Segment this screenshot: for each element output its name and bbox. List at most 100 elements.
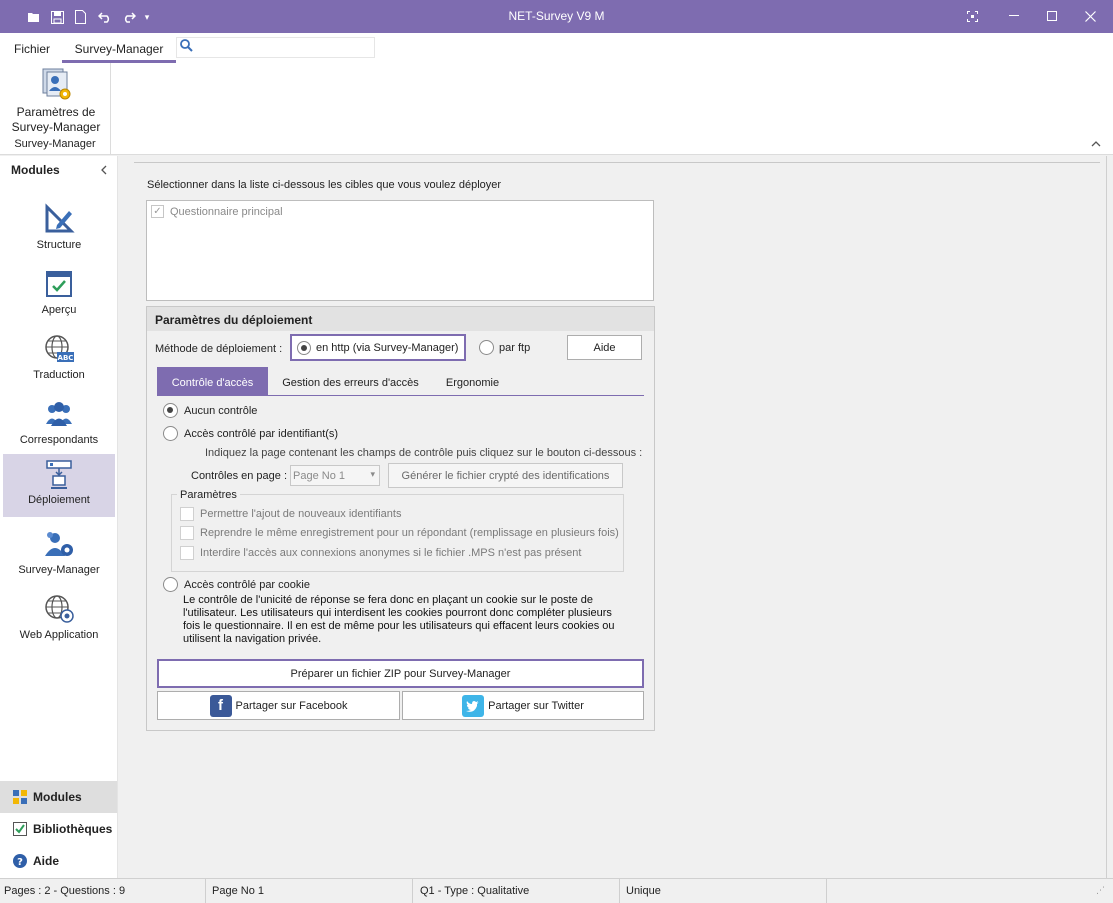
chevron-left-icon[interactable]: [100, 162, 107, 178]
close-icon[interactable]: [1073, 5, 1107, 27]
ribbon-button-label-line1: Paramètres de: [16, 105, 96, 119]
targets-list[interactable]: ✓ Questionnaire principal: [146, 200, 654, 301]
web-application-icon: [43, 593, 75, 625]
status-question: Q1 - Type : Qualitative: [420, 885, 530, 897]
ribbon-collapse-icon[interactable]: [1091, 136, 1101, 150]
radio-unselected[interactable]: [479, 340, 494, 355]
status-separator: [826, 879, 827, 903]
status-pages: Pages : 2 - Questions : 9: [4, 885, 126, 897]
content-border: [1106, 156, 1107, 878]
sidebar-item-label: Aperçu: [41, 304, 77, 316]
param-label: Reprendre le même enregistrement pour un…: [200, 527, 619, 539]
maximize-icon[interactable]: [1035, 5, 1069, 27]
window-title: NET-Survey V9 M: [508, 9, 605, 23]
preview-icon: [43, 268, 75, 300]
checkbox-unchecked[interactable]: [180, 546, 194, 560]
share-facebook-button[interactable]: f Partager sur Facebook: [157, 691, 400, 720]
sidebar-item-deploiement[interactable]: Déploiement: [3, 454, 115, 517]
nav-bibliotheques-button[interactable]: Bibliothèques: [0, 813, 117, 845]
tab-ergonomie[interactable]: Ergonomie: [435, 367, 510, 396]
target-label: Questionnaire principal: [170, 205, 283, 218]
param-allow-new-ids[interactable]: Permettre l'ajout de nouveaux identifian…: [180, 507, 401, 521]
radio-unselected[interactable]: [163, 577, 178, 592]
svg-text:?: ?: [17, 857, 23, 868]
checkbox-unchecked[interactable]: [180, 526, 194, 540]
resize-grip-icon[interactable]: ⋰: [1096, 885, 1105, 898]
status-separator: [205, 879, 206, 903]
radio-selected[interactable]: [297, 340, 311, 355]
sidebar-item-correspondants[interactable]: Correspondants: [3, 394, 115, 457]
nav-aide-button[interactable]: ? Aide: [0, 845, 117, 877]
sidebar-item-label: Web Application: [19, 629, 99, 641]
survey-manager-settings-button[interactable]: Paramètres de Survey-Manager: [6, 67, 106, 135]
share-twitter-label: Partager sur Twitter: [488, 699, 584, 712]
access-id-label: Accès contrôlé par identifiant(s): [184, 427, 339, 440]
chevron-down-icon: ▾: [370, 469, 375, 479]
share-facebook-label: Partager sur Facebook: [235, 699, 348, 712]
status-mode: Unique: [626, 885, 661, 897]
status-page: Page No 1: [212, 885, 264, 897]
page-select[interactable]: Page No 1 ▾: [290, 465, 380, 486]
sidebar-item-web-application[interactable]: Web Application: [3, 589, 115, 652]
people-icon: [43, 398, 75, 430]
sidebar-item-structure[interactable]: Structure: [3, 199, 115, 262]
prepare-zip-button[interactable]: Préparer un fichier ZIP pour Survey-Mana…: [157, 659, 644, 688]
sidebar-header: Modules: [11, 163, 60, 177]
access-id-option[interactable]: Accès contrôlé par identifiant(s): [163, 426, 338, 441]
aide-button[interactable]: Aide: [567, 335, 642, 360]
minimize-icon[interactable]: [997, 5, 1031, 27]
ribbon-separator: [110, 63, 111, 155]
method-ftp-radio[interactable]: par ftp: [479, 340, 530, 355]
tab-gestion-erreurs[interactable]: Gestion des erreurs d'accès: [273, 367, 428, 396]
svg-text:ABC: ABC: [58, 354, 74, 362]
nav-label: Bibliothèques: [33, 822, 113, 836]
deployment-header: Paramètres du déploiement: [147, 307, 654, 331]
status-bar: Pages : 2 - Questions : 9 Page No 1 Q1 -…: [0, 878, 1113, 903]
list-item[interactable]: ✓ Questionnaire principal: [151, 205, 283, 218]
facebook-icon: f: [209, 694, 232, 717]
search-icon: [180, 39, 193, 55]
ribbon-button-label-line2: Survey-Manager: [11, 120, 101, 134]
deployment-icon: [43, 458, 75, 490]
nav-modules-button[interactable]: Modules: [0, 781, 117, 813]
sidebar-item-traduction[interactable]: ABC Traduction: [3, 329, 115, 392]
survey-manager-icon: [43, 528, 75, 560]
help-icon: ?: [13, 854, 27, 868]
access-none-option[interactable]: Aucun contrôle: [163, 403, 257, 418]
param-resume-record[interactable]: Reprendre le même enregistrement pour un…: [180, 526, 619, 540]
deployment-tabs: Contrôle d'accès Gestion des erreurs d'a…: [157, 367, 644, 396]
ribbon-tabs: Fichier Survey-Manager: [0, 33, 1113, 63]
share-twitter-button[interactable]: Partager sur Twitter: [402, 691, 644, 720]
title-bar: ▾ NET-Survey V9 M: [0, 0, 1113, 33]
radio-selected[interactable]: [163, 403, 178, 418]
checkbox-checked[interactable]: ✓: [151, 205, 164, 218]
method-http-radio[interactable]: en http (via Survey-Manager): [290, 334, 466, 361]
status-separator: [619, 879, 620, 903]
sidebar-item-label: Correspondants: [19, 434, 99, 446]
modules-icon: [13, 790, 27, 804]
access-cookie-label: Accès contrôlé par cookie: [184, 578, 310, 591]
access-cookie-option[interactable]: Accès contrôlé par cookie: [163, 577, 310, 592]
translation-globe-icon: ABC: [43, 333, 75, 365]
checkbox-unchecked[interactable]: [180, 507, 194, 521]
fullscreen-icon[interactable]: [955, 5, 989, 27]
generate-encrypted-file-button[interactable]: Générer le fichier crypté des identifica…: [388, 463, 623, 488]
radio-unselected[interactable]: [163, 426, 178, 441]
sidebar-item-survey-manager[interactable]: Survey-Manager: [3, 524, 115, 587]
ribbon: Paramètres de Survey-Manager Survey-Mana…: [0, 63, 1113, 155]
method-ftp-label: par ftp: [499, 341, 531, 354]
select-targets-label: Sélectionner dans la liste ci-dessous le…: [147, 179, 502, 191]
sidebar-item-label: Survey-Manager: [18, 564, 100, 576]
sidebar-item-apercu[interactable]: Aperçu: [3, 264, 115, 327]
param-block-anonymous[interactable]: Interdire l'accès aux connexions anonyme…: [180, 546, 581, 560]
survey-manager-settings-icon: [39, 67, 73, 101]
sidebar-item-label: Déploiement: [28, 494, 90, 506]
tab-controle-acces[interactable]: Contrôle d'accès: [157, 367, 268, 396]
sidebar-item-label: Structure: [36, 239, 82, 251]
structure-icon: [43, 203, 75, 235]
tab-fichier[interactable]: Fichier: [14, 42, 50, 56]
content-divider: [134, 162, 1100, 163]
search-input[interactable]: [176, 37, 375, 58]
params-title: Paramètres: [177, 489, 240, 501]
tab-survey-manager[interactable]: Survey-Manager: [62, 33, 176, 63]
